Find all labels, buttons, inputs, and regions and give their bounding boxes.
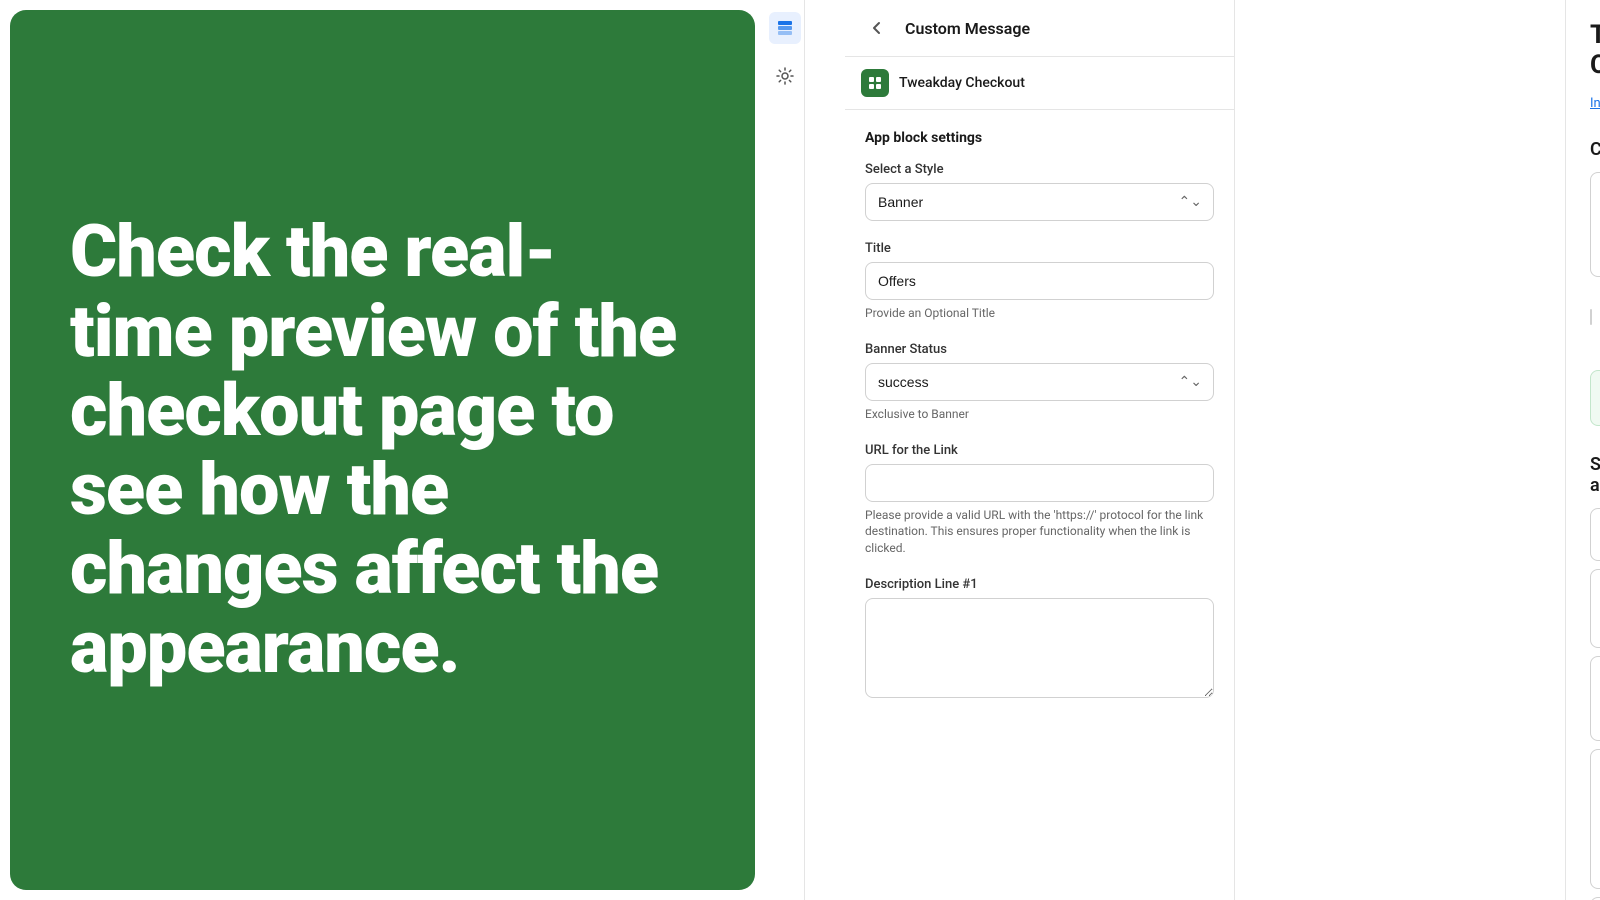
banner-status-hint: Exclusive to Banner — [865, 406, 1214, 423]
title-hint: Provide an Optional Title — [865, 305, 1214, 322]
banner-status-select[interactable]: success warning error info — [865, 363, 1214, 401]
app-info-row: Tweakday Checkout — [845, 57, 1234, 110]
banner-status-select-wrapper: success warning error info ⌃⌄ — [865, 363, 1214, 401]
title-field-group: Title Provide an Optional Title — [865, 241, 1214, 322]
preview-panel: Tweakday Checko Information › Shipping ›… — [1565, 0, 1600, 900]
app-name: Tweakday Checkout — [899, 75, 1025, 91]
url-hint: Please provide a valid URL with the 'htt… — [865, 507, 1214, 557]
url-label: URL for the Link — [865, 443, 1214, 458]
desc-label: Description Line #1 — [865, 577, 1214, 592]
address-field-box[interactable]: Address Netaji Subhash Marg — [1590, 656, 1600, 741]
email-checkbox[interactable] — [1590, 309, 1592, 325]
title-input[interactable] — [865, 262, 1214, 300]
settings-content: App block settings Select a Style Banner… — [845, 110, 1234, 900]
email-field-box[interactable]: Email or mobile phone number grantkautze… — [1590, 172, 1600, 277]
offers-banner: ✓ Offers — [1590, 370, 1600, 426]
app-icon — [861, 69, 889, 97]
country-field-box[interactable]: Country/Region India — [1590, 508, 1600, 561]
database-icon[interactable] — [769, 12, 801, 44]
title-label: Title — [865, 241, 1214, 256]
style-label: Select a Style — [865, 162, 1214, 177]
toolbar-title: Custom Message — [905, 19, 1030, 38]
back-button[interactable] — [861, 12, 893, 44]
desc-field-group: Description Line #1 — [865, 577, 1214, 702]
style-select[interactable]: Banner Inline Popup — [865, 183, 1214, 221]
section-title: App block settings — [865, 130, 1214, 146]
style-field-group: Select a Style Banner Inline Popup ⌃⌄ — [865, 162, 1214, 221]
banner-status-label: Banner Status — [865, 342, 1214, 357]
desc-textarea[interactable] — [865, 598, 1214, 698]
banner-status-field-group: Banner Status success warning error info… — [865, 342, 1214, 423]
gear-icon[interactable] — [769, 60, 801, 92]
apt-field-box[interactable]: Apartment, suite, etc. (optional) Lal Qi… — [1590, 749, 1600, 889]
settings-toolbar: Custom Message — [845, 0, 1234, 57]
url-field-group: URL for the Link Please provide a valid … — [865, 443, 1214, 557]
hero-panel: Check the real-time preview of the check… — [10, 10, 755, 890]
hero-text: Check the real-time preview of the check… — [70, 212, 695, 687]
style-select-wrapper: Banner Inline Popup ⌃⌄ — [865, 183, 1214, 221]
breadcrumb-information[interactable]: Information — [1590, 96, 1600, 111]
settings-panel: Custom Message Tweakday Checkout App blo… — [845, 0, 1235, 900]
firstname-field-box[interactable]: First name (optional) Allen — [1590, 569, 1600, 648]
url-input[interactable] — [865, 464, 1214, 502]
